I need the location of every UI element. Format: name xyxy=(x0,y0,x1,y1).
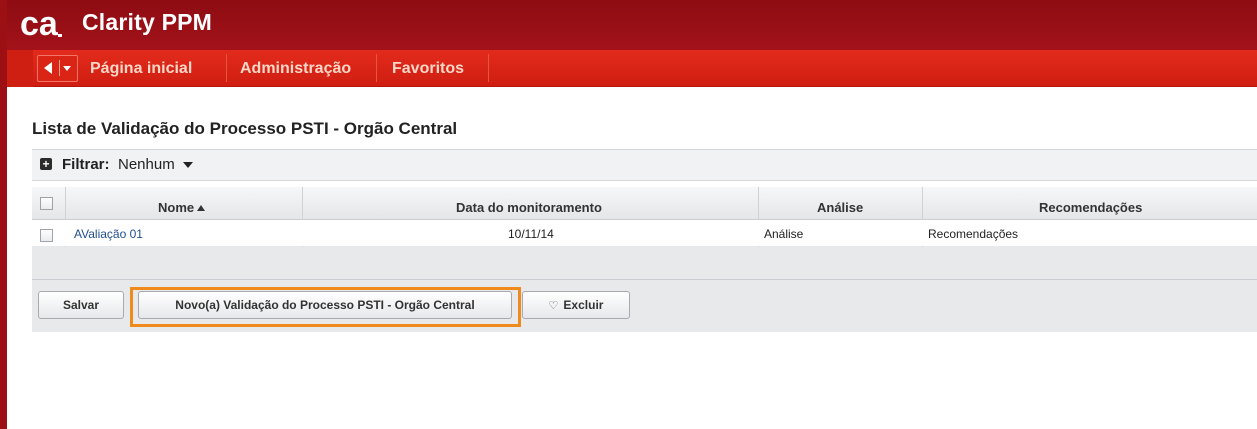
column-header-data[interactable]: Data do monitoramento xyxy=(456,200,602,215)
sort-ascending-icon xyxy=(197,205,206,211)
row-data: 10/11/14 xyxy=(508,227,554,241)
column-header-recomendacoes[interactable]: Recomendações xyxy=(1039,200,1142,215)
navbar-left-strip xyxy=(7,50,33,87)
nav-item-favoritos[interactable]: Favoritos xyxy=(392,60,464,78)
delete-button[interactable]: ♡ Excluir xyxy=(522,291,630,319)
page-title: Lista de Validação do Processo PSTI - Or… xyxy=(32,119,458,138)
ca-logo-text: ca xyxy=(20,5,59,43)
back-history-button[interactable] xyxy=(37,55,78,82)
back-arrow-icon xyxy=(44,62,52,74)
save-button[interactable]: Salvar xyxy=(38,291,124,319)
filter-label: Filtrar: xyxy=(62,156,110,173)
filter-dropdown-icon[interactable] xyxy=(183,162,193,168)
nav-divider xyxy=(226,54,227,82)
back-button-divider xyxy=(59,60,60,76)
filter-bar xyxy=(32,149,1257,181)
column-header-nome[interactable]: Nome xyxy=(158,200,206,215)
row-recomendacoes: Recomendações xyxy=(928,227,1019,241)
table-row xyxy=(32,220,1257,246)
row-nome-link[interactable]: AValiação 01 xyxy=(74,227,143,241)
left-border xyxy=(0,0,7,429)
delete-heart-icon: ♡ xyxy=(548,300,559,312)
history-dropdown-icon xyxy=(63,66,71,71)
filter-select-value[interactable]: Nenhum xyxy=(118,156,175,173)
nav-divider xyxy=(376,54,377,82)
row-select-checkbox[interactable] xyxy=(40,229,53,242)
main-navbar xyxy=(33,50,1257,87)
app-title: Clarity PPM xyxy=(82,9,213,35)
nav-item-administracao[interactable]: Administração xyxy=(240,60,351,78)
nav-divider xyxy=(488,54,489,82)
expand-filter-icon[interactable]: + xyxy=(40,158,52,170)
app-window: ca Clarity PPM Página inicial Administra… xyxy=(0,0,1257,429)
nav-item-pagina-inicial[interactable]: Página inicial xyxy=(90,60,192,78)
column-header-analise[interactable]: Análise xyxy=(817,200,863,215)
new-validation-button[interactable]: Novo(a) Validação do Processo PSTI - Org… xyxy=(138,291,512,319)
column-header-nome-label: Nome xyxy=(158,200,195,215)
delete-button-label: Excluir xyxy=(563,298,604,312)
select-all-checkbox[interactable] xyxy=(40,197,53,210)
ca-logo-icon: ca xyxy=(20,5,62,43)
row-analise: Análise xyxy=(764,227,804,241)
